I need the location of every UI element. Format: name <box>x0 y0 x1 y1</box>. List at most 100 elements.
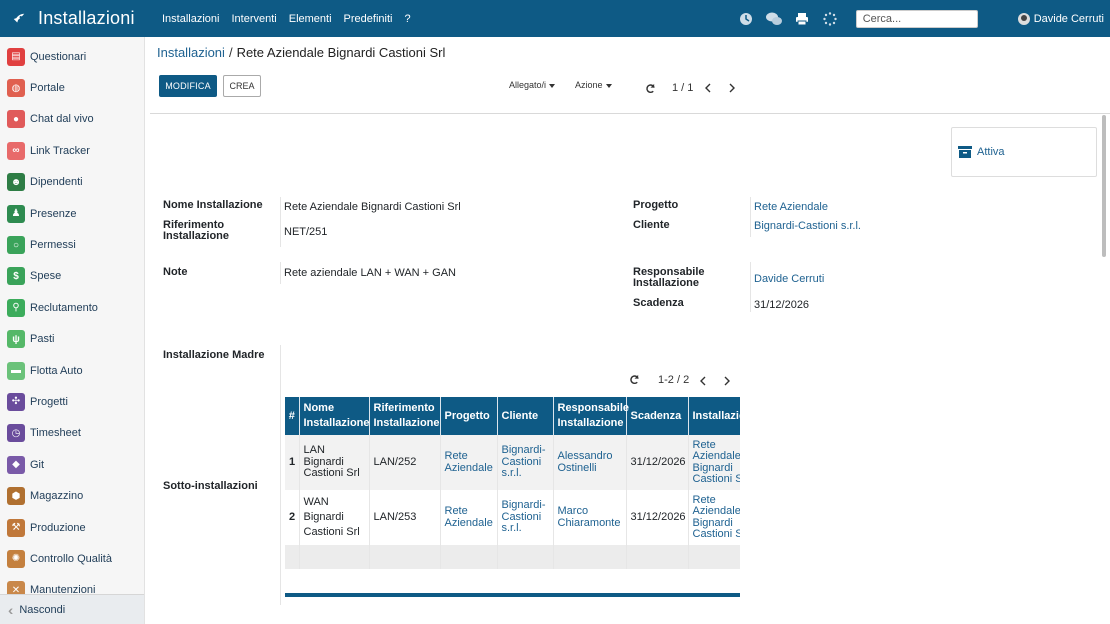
clock-icon[interactable] <box>738 11 754 27</box>
progetto-label: Progetto <box>633 199 679 211</box>
create-button[interactable]: CREA <box>223 75 261 97</box>
sidebar-item-chat[interactable]: ● Chat dal vivo <box>0 104 144 135</box>
active-toggle-button[interactable]: Attiva <box>951 127 1097 177</box>
sidebar-item-link-tracker[interactable]: ∞ Link Tracker <box>0 135 144 166</box>
menu-elementi[interactable]: Elementi <box>289 13 332 25</box>
avatar <box>1017 12 1030 25</box>
chat-icon[interactable] <box>765 11 782 27</box>
sidebar-item-pasti[interactable]: ψ Pasti <box>0 324 144 355</box>
chevron-right-icon[interactable] <box>727 83 737 93</box>
user-menu[interactable]: Davide Cerruti <box>1017 12 1104 25</box>
print-icon[interactable] <box>794 11 810 27</box>
calendar-icon: ○ <box>7 236 25 255</box>
chevron-left-icon[interactable] <box>703 83 713 93</box>
menu-installazioni[interactable]: Installazioni <box>162 13 219 25</box>
action-dropdown[interactable]: Azione <box>575 80 612 90</box>
sidebar-item-git[interactable]: ◆ Git <box>0 449 144 480</box>
sidebar-item-portale[interactable]: ◍ Portale <box>0 72 144 103</box>
row-index: 1 <box>285 435 300 490</box>
chevron-left-icon[interactable] <box>698 376 708 386</box>
installazione-madre-label: Installazione Madre <box>163 349 265 361</box>
table-empty-row <box>285 545 740 569</box>
note-value: Rete aziendale LAN + WAN + GAN <box>284 267 457 279</box>
control-panel-divider <box>150 113 1110 114</box>
row-progetto-link[interactable]: Rete Aziendale <box>440 490 498 545</box>
menu-predefiniti[interactable]: Predefiniti <box>344 13 393 25</box>
col-header-scadenza[interactable]: Scadenza <box>626 397 689 435</box>
row-madre-link[interactable]: Rete Aziendale Bignardi Castioni Srl <box>688 490 740 545</box>
row-responsabile-link[interactable]: Marco Chiaramonte <box>553 490 627 545</box>
row-cliente-link[interactable]: Bignardi-Castioni s.r.l. <box>497 490 554 545</box>
sotto-installazioni-table: # Nome Installazione Riferimento Install… <box>285 397 740 597</box>
sidebar-item-progetti[interactable]: ✣ Progetti <box>0 386 144 417</box>
search-input[interactable]: Cerca... <box>855 9 978 28</box>
record-pager[interactable]: 1 / 1 <box>672 82 693 94</box>
row-index: 2 <box>285 490 300 545</box>
riferimento-value: NET/251 <box>284 226 328 238</box>
edit-button[interactable]: MODIFICA <box>159 75 217 97</box>
user-name: Davide Cerruti <box>1033 12 1104 25</box>
scrollbar[interactable] <box>1102 115 1106 257</box>
sidebar-item-label: Permessi <box>30 239 76 252</box>
refresh-icon[interactable] <box>645 83 656 94</box>
sidebar-item-magazzino[interactable]: ⬢ Magazzino <box>0 480 144 511</box>
gauge-icon: ✺ <box>7 549 25 568</box>
breadcrumb-current: Rete Aziendale Bignardi Castioni Srl <box>236 45 446 60</box>
sidebar-item-presenze[interactable]: ♟ Presenze <box>0 198 144 229</box>
col-header-progetto[interactable]: Progetto <box>440 397 498 435</box>
sidebar-item-timesheet[interactable]: ◷ Timesheet <box>0 418 144 449</box>
menu-interventi[interactable]: Interventi <box>231 13 276 25</box>
row-progetto-link[interactable]: Rete Aziendale <box>440 435 498 490</box>
sidebar-item-dipendenti[interactable]: ☻ Dipendenti <box>0 167 144 198</box>
breadcrumb-separator: / <box>228 45 233 60</box>
sidebar-item-reclutamento[interactable]: ⚲ Reclutamento <box>0 292 144 323</box>
chat-icon: ● <box>7 110 25 129</box>
sidebar-item-controllo-qualita[interactable]: ✺ Controllo Qualità <box>0 543 144 574</box>
sidebar-item-label: Controllo Qualità <box>30 552 112 565</box>
table-footer <box>285 593 740 597</box>
row-nome: LAN Bignardi Castioni Srl <box>299 435 370 490</box>
riferimento-label-line2: Installazione <box>163 230 230 242</box>
subtable-pager[interactable]: 1-2 / 2 <box>658 374 689 386</box>
globe-icon: ◍ <box>7 79 25 98</box>
spinner-icon[interactable] <box>822 11 838 27</box>
row-responsabile-link[interactable]: Alessandro Ostinelli <box>553 435 627 490</box>
sidebar-item-spese[interactable]: $ Spese <box>0 261 144 292</box>
row-madre-link[interactable]: Rete Aziendale Bignardi Castioni Srl <box>688 435 740 490</box>
row-scadenza: 31/12/2026 <box>626 435 689 490</box>
table-row[interactable]: 1 LAN Bignardi Castioni Srl LAN/252 Rete… <box>285 435 740 490</box>
app-brand[interactable]: Installazioni <box>0 8 150 29</box>
chevron-right-icon[interactable] <box>722 376 732 386</box>
hide-sidebar-label: Nascondi <box>19 603 66 616</box>
responsabile-link[interactable]: Davide Cerruti <box>754 273 824 286</box>
sidebar-item-questionari[interactable]: ▤ Questionari <box>0 41 144 72</box>
hide-sidebar-button[interactable]: ‹‹ Nascondi <box>0 594 144 624</box>
menu-help[interactable]: ? <box>404 13 410 25</box>
sidebar-item-label: Progetti <box>30 395 68 408</box>
link-icon: ∞ <box>7 141 25 160</box>
cliente-label: Cliente <box>633 219 670 231</box>
col-header-riferimento[interactable]: Riferimento Installazione <box>369 397 441 435</box>
refresh-icon[interactable] <box>629 374 640 385</box>
col-header-cliente[interactable]: Cliente <box>497 397 554 435</box>
attachments-dropdown[interactable]: Allegato/i <box>509 80 555 90</box>
row-cliente-link[interactable]: Bignardi-Castioni s.r.l. <box>497 435 554 490</box>
breadcrumb-parent[interactable]: Installazioni <box>157 45 225 60</box>
sidebar-item-produzione[interactable]: ⚒ Produzione <box>0 512 144 543</box>
sidebar-item-label: Produzione <box>30 521 86 534</box>
git-icon: ◆ <box>7 455 25 474</box>
car-icon: ▬ <box>7 361 25 380</box>
users-icon: ☻ <box>7 173 25 192</box>
sidebar-item-flotta-auto[interactable]: ▬ Flotta Auto <box>0 355 144 386</box>
nome-installazione-value: Rete Aziendale Bignardi Castioni Srl <box>284 201 461 213</box>
col-header-responsabile[interactable]: Responsabile Installazione <box>553 397 629 435</box>
table-row[interactable]: 2 WAN Bignardi Castioni Srl LAN/253 Rete… <box>285 490 740 545</box>
sidebar-item-permessi[interactable]: ○ Permessi <box>0 229 144 260</box>
col-header-index[interactable]: # <box>285 397 300 435</box>
cliente-link[interactable]: Bignardi-Castioni s.r.l. <box>754 220 861 233</box>
col-header-madre[interactable]: Installazione Madre <box>688 397 740 435</box>
col-header-nome[interactable]: Nome Installazione <box>299 397 370 435</box>
responsabile-label-line2: Installazione <box>633 277 700 289</box>
progetto-link[interactable]: Rete Aziendale <box>754 201 828 214</box>
row-riferimento: LAN/253 <box>369 490 441 545</box>
